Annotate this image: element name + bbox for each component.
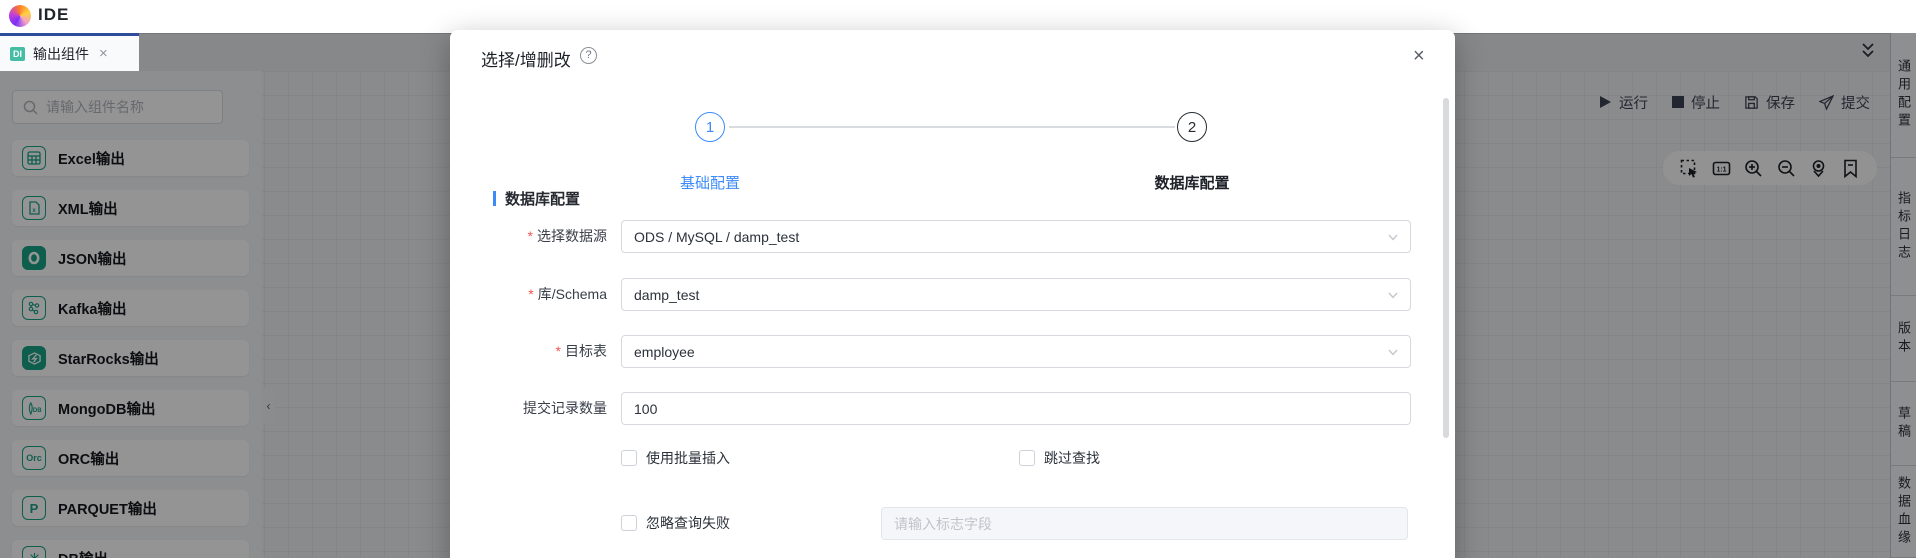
required-asterisk: * bbox=[528, 286, 534, 302]
field-commit-count: 提交记录数量 bbox=[450, 392, 1455, 425]
tab-di-badge: DI bbox=[10, 46, 25, 61]
target-table-select[interactable]: employee bbox=[621, 335, 1411, 368]
tab-output-component[interactable]: DI 输出组件 × bbox=[0, 33, 139, 71]
checkbox-icon[interactable] bbox=[621, 515, 637, 531]
checkbox-icon[interactable] bbox=[621, 450, 637, 466]
help-icon[interactable]: ? bbox=[580, 47, 597, 64]
flag-field-input[interactable] bbox=[881, 507, 1408, 540]
dialog-title: 选择/增删改 bbox=[481, 51, 571, 70]
datasource-select[interactable]: ODS / MySQL / damp_test bbox=[621, 220, 1411, 253]
commit-count-input[interactable] bbox=[621, 392, 1411, 425]
dialog-scrollbar-thumb[interactable] bbox=[1443, 98, 1449, 438]
app-title: IDE bbox=[38, 5, 70, 24]
checkbox-ignore-query-failure[interactable]: 忽略查询失败 bbox=[621, 515, 730, 531]
app-logo-icon bbox=[9, 5, 31, 27]
required-asterisk: * bbox=[527, 228, 533, 244]
select-crud-dialog: 选择/增删改 ? × 1 2 基础配置 数据库配置 数据库配置 * 选择数据源 O… bbox=[450, 30, 1455, 558]
tab-label: 输出组件 bbox=[33, 45, 89, 62]
field-datasource: * 选择数据源 ODS / MySQL / damp_test bbox=[450, 220, 1455, 253]
section-header: 数据库配置 bbox=[493, 188, 580, 209]
field-target-table: * 目标表 employee bbox=[450, 335, 1455, 368]
app-header: IDE bbox=[0, 0, 1916, 33]
stepper-connector bbox=[729, 126, 1175, 128]
chevron-down-icon bbox=[1388, 349, 1398, 356]
checkbox-skip-lookup[interactable]: 跳过查找 bbox=[1019, 450, 1100, 466]
checkbox-batch-insert[interactable]: 使用批量插入 bbox=[621, 450, 730, 466]
required-asterisk: * bbox=[555, 343, 561, 359]
field-schema: * 库/Schema damp_test bbox=[450, 278, 1455, 311]
chevron-down-icon bbox=[1388, 234, 1398, 241]
step-2-label[interactable]: 数据库配置 bbox=[1112, 172, 1272, 193]
step-1-circle: 1 bbox=[695, 112, 725, 142]
chevron-down-icon bbox=[1388, 292, 1398, 299]
step-1-label[interactable]: 基础配置 bbox=[630, 172, 790, 193]
section-accent-bar bbox=[493, 191, 496, 206]
tab-close-icon[interactable]: × bbox=[99, 46, 108, 61]
schema-select[interactable]: damp_test bbox=[621, 278, 1411, 311]
dialog-close-icon[interactable]: × bbox=[1413, 46, 1425, 66]
checkbox-icon[interactable] bbox=[1019, 450, 1035, 466]
ide-window: IDE DI 输出组件 × 运行 停止 保存 提交 1:1 请输入组件名称 Ex… bbox=[0, 0, 1916, 558]
step-2-circle: 2 bbox=[1177, 112, 1207, 142]
